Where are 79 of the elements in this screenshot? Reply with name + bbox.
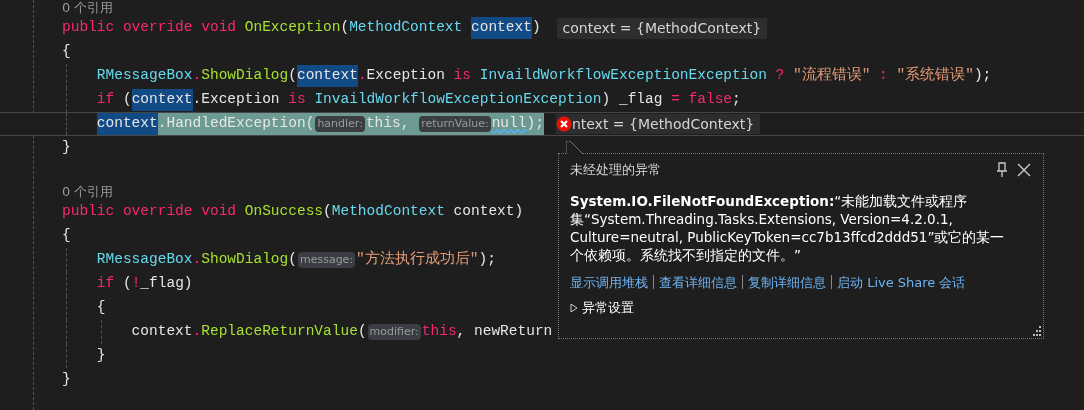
keyword-token: if [95, 90, 116, 110]
keyword-token: . [192, 66, 202, 86]
parameter-hint: returnValue: [419, 115, 491, 133]
code-text: ( [357, 322, 367, 342]
resize-grip-icon[interactable] [1031, 326, 1041, 336]
code-text: ( [122, 274, 132, 294]
code-text: context) [452, 202, 524, 222]
keyword-token: is [453, 66, 472, 86]
datatip[interactable]: context = {MethodContext} [556, 17, 768, 39]
code-text: _flag) [140, 274, 193, 294]
error-icon [555, 116, 572, 132]
keyword-token: : [878, 66, 889, 86]
string-literal: "流程错误" [792, 65, 871, 86]
type-name: RMessageBox [95, 250, 193, 270]
popup-link[interactable]: 查看详细信息 [659, 272, 737, 292]
code-text: } [95, 346, 106, 366]
keyword-token: ? [774, 66, 786, 86]
type-name: InvaildWorkflowExceptionException [314, 90, 602, 110]
code-text: ( [122, 90, 132, 110]
highlighted-identifier: context [471, 17, 532, 39]
code-text: { [95, 298, 106, 318]
keyword-token: public override void [62, 202, 238, 222]
code-text: ; [732, 90, 741, 110]
code-text: this, [365, 114, 411, 134]
method-name: ReplaceReturnValue [201, 322, 358, 342]
method-name: OnException [244, 18, 341, 38]
type-name: InvaildWorkflowExceptionException [479, 66, 767, 86]
keyword-token: if [95, 274, 116, 294]
code-text: .Exception [192, 90, 281, 110]
code-text: ); [526, 114, 544, 134]
code-text: } [62, 138, 71, 158]
popup-link[interactable]: 启动 Live Share 会话 [837, 272, 966, 292]
highlighted-identifier: context [131, 89, 193, 111]
code-text: ( [323, 202, 332, 222]
reference-count[interactable]: 0 个引用 [62, 0, 114, 18]
code-text: { [62, 226, 71, 246]
reference-count[interactable]: 0 个引用 [62, 182, 114, 202]
highlighted-identifier: context [296, 65, 358, 87]
popup-link[interactable]: 复制详细信息 [748, 272, 826, 292]
keyword-token: = false [671, 90, 733, 110]
method-name: ShowDialog [201, 250, 289, 270]
type-name: MethodContext [349, 18, 464, 38]
code-text: { [62, 42, 71, 62]
keyword-token: . [192, 250, 202, 270]
code-text: ); [973, 66, 992, 86]
string-literal: "系统错误" [896, 65, 974, 86]
parameter-hint: handler: [315, 115, 365, 133]
keyword-token: this [421, 322, 457, 342]
code-text: ( [340, 18, 350, 38]
type-name: MethodContext [331, 202, 445, 222]
parameter-hint: modifier: [367, 323, 421, 341]
keyword-token: . [357, 66, 367, 86]
method-name: ShowDialog [201, 66, 289, 86]
code-text: .HandledException( [157, 114, 315, 134]
code-text: Exception [366, 66, 446, 86]
popup-title: 未经处理的异常 [570, 161, 661, 179]
exception-message: System.IO.FileNotFoundException:“未能加载文件或程序集“System.Threading.Tasks.Extensions, Version=4.2.0.1, Culture=neutral, PublicKeyToken=cc7b13ffcd2ddd51”或它的某一个依赖项。系统找不到指定的文件。” [570, 191, 1006, 264]
keyword-token: public override void [62, 18, 238, 38]
code-text: ( [288, 250, 297, 270]
pin-icon[interactable] [996, 161, 1008, 178]
code-text: context [130, 322, 193, 342]
popup-link[interactable]: 显示调用堆栈 [570, 272, 648, 292]
method-name: OnSuccess [244, 202, 324, 222]
code-text: , newReturn [456, 322, 553, 342]
exception-settings-toggle[interactable]: 异常设置 [570, 298, 634, 318]
keyword-token: . [192, 322, 202, 342]
parameter-hint: message: [297, 251, 356, 269]
close-icon[interactable] [1016, 161, 1032, 178]
keyword-token: is [288, 90, 307, 110]
code-text: null [491, 114, 527, 134]
keyword-token: ! [131, 274, 141, 294]
code-text: } [62, 370, 71, 390]
type-name: RMessageBox [95, 66, 193, 86]
code-text: ) [531, 18, 541, 38]
highlighted-identifier: context [96, 113, 158, 135]
code-text: ( [288, 66, 297, 86]
code-text: ) _flag [601, 90, 664, 110]
string-literal: "方法执行成功后" [356, 249, 479, 270]
code-text: ); [478, 250, 496, 270]
